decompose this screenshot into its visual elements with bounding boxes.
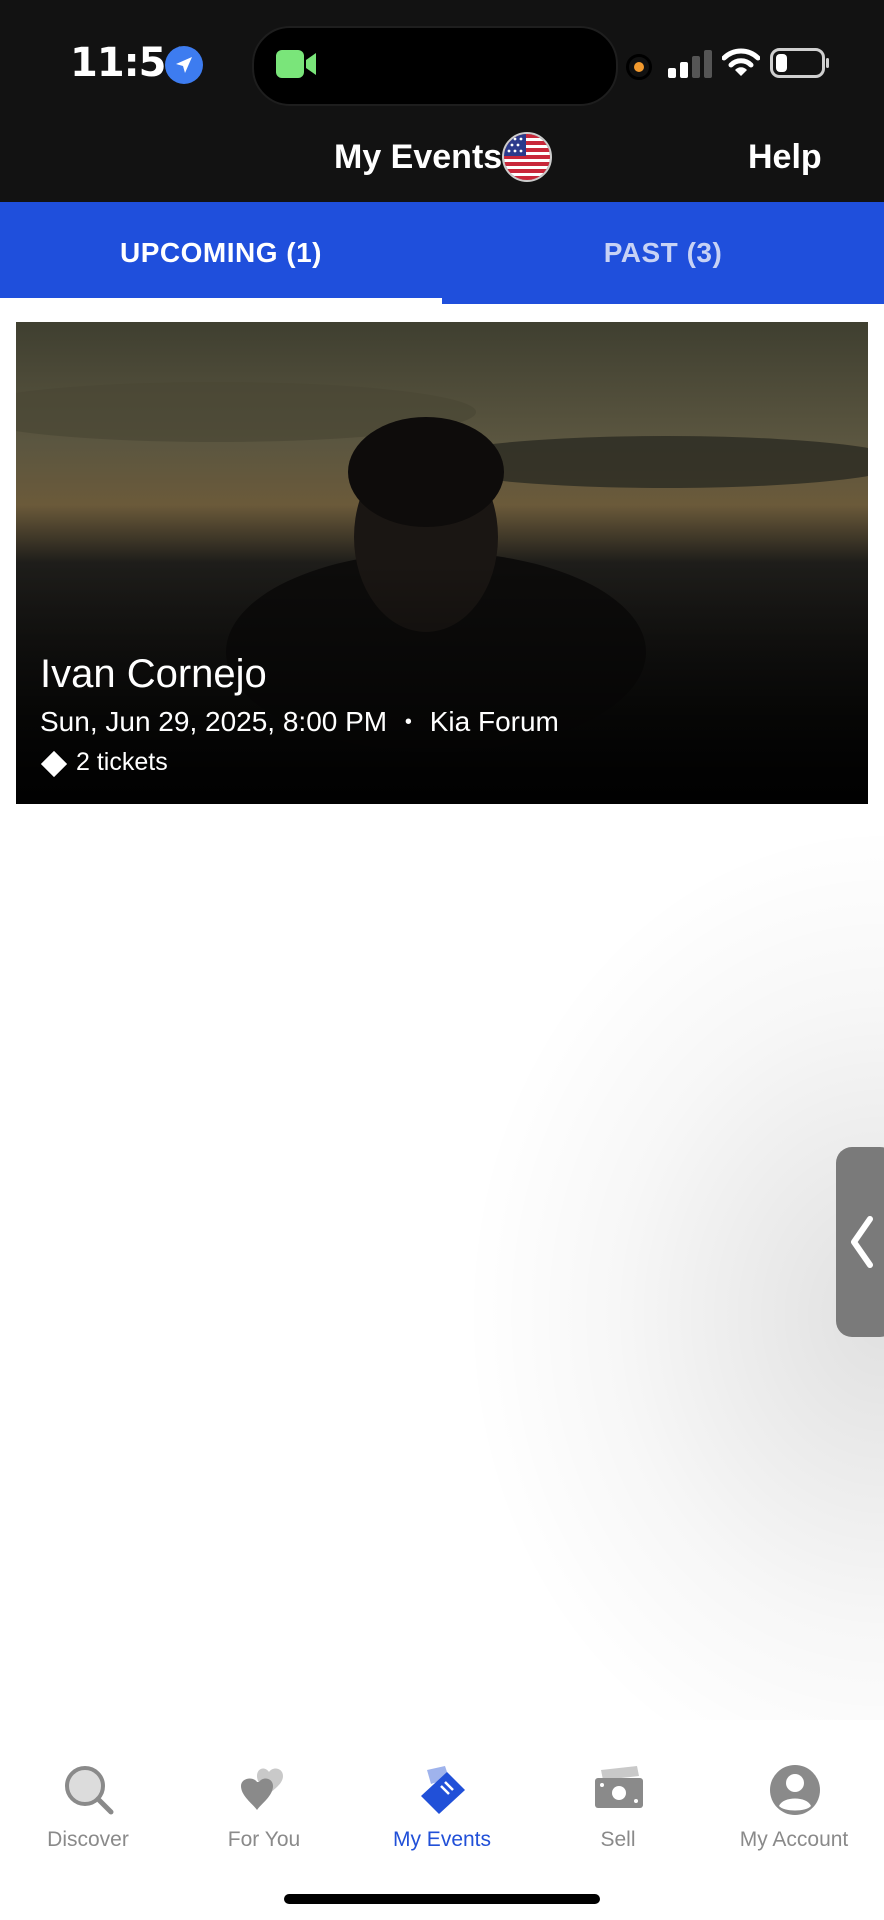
location-arrow-icon — [165, 46, 203, 84]
chevron-left-icon — [851, 1216, 873, 1268]
event-date: Sun, Jun 29, 2025, 8:00 PM — [40, 706, 388, 737]
nav-sell[interactable]: Sell — [530, 1764, 706, 1874]
facetime-icon — [276, 50, 316, 78]
hearts-icon — [241, 1768, 283, 1810]
side-panel-shadow — [460, 820, 884, 1720]
meta-separator: • — [404, 711, 412, 733]
money-icon — [595, 1766, 643, 1808]
tab-past[interactable]: PAST (3) — [442, 202, 884, 304]
nav-label: My Account — [739, 1828, 849, 1851]
battery-icon — [770, 48, 829, 78]
app-header: My Events Help — [0, 120, 884, 202]
tickets-icon — [421, 1766, 465, 1814]
signal-icon — [668, 50, 712, 78]
tab-upcoming[interactable]: UPCOMING (1) — [0, 202, 442, 304]
help-button[interactable]: Help — [748, 138, 822, 177]
page-title: My Events — [334, 138, 503, 176]
event-card[interactable]: Ivan Cornejo Sun, Jun 29, 2025, 8:00 PM … — [16, 322, 868, 804]
account-icon — [770, 1765, 820, 1815]
home-indicator[interactable] — [284, 1894, 600, 1904]
event-date-venue: Sun, Jun 29, 2025, 8:00 PM • Kia Forum — [40, 706, 559, 738]
active-tab-indicator — [0, 298, 442, 305]
us-flag-icon[interactable] — [502, 132, 552, 182]
search-icon — [65, 1766, 114, 1815]
event-tabs: UPCOMING (1) PAST (3) — [0, 202, 884, 305]
nav-my-account[interactable]: My Account — [706, 1764, 882, 1874]
event-venue: Kia Forum — [429, 706, 559, 737]
event-title: Ivan Cornejo — [40, 652, 267, 696]
nav-label: Discover — [47, 1828, 129, 1851]
wifi-icon — [722, 48, 760, 76]
nav-discover[interactable]: Discover — [0, 1764, 176, 1874]
nav-my-events[interactable]: My Events — [354, 1764, 530, 1874]
status-bar: 11:54 — [0, 0, 884, 120]
privacy-indicator — [626, 54, 652, 80]
ticket-count: 2 tickets — [76, 748, 168, 776]
nav-for-you[interactable]: For You — [176, 1764, 352, 1874]
nav-label: For You — [227, 1828, 301, 1851]
side-panel-handle[interactable] — [836, 1147, 884, 1337]
ticket-icon — [41, 751, 67, 777]
bottom-tab-bar: Discover For You My Events Sell My Accou… — [0, 1740, 884, 1920]
nav-label: Sell — [600, 1828, 636, 1851]
nav-label: My Events — [392, 1828, 492, 1851]
